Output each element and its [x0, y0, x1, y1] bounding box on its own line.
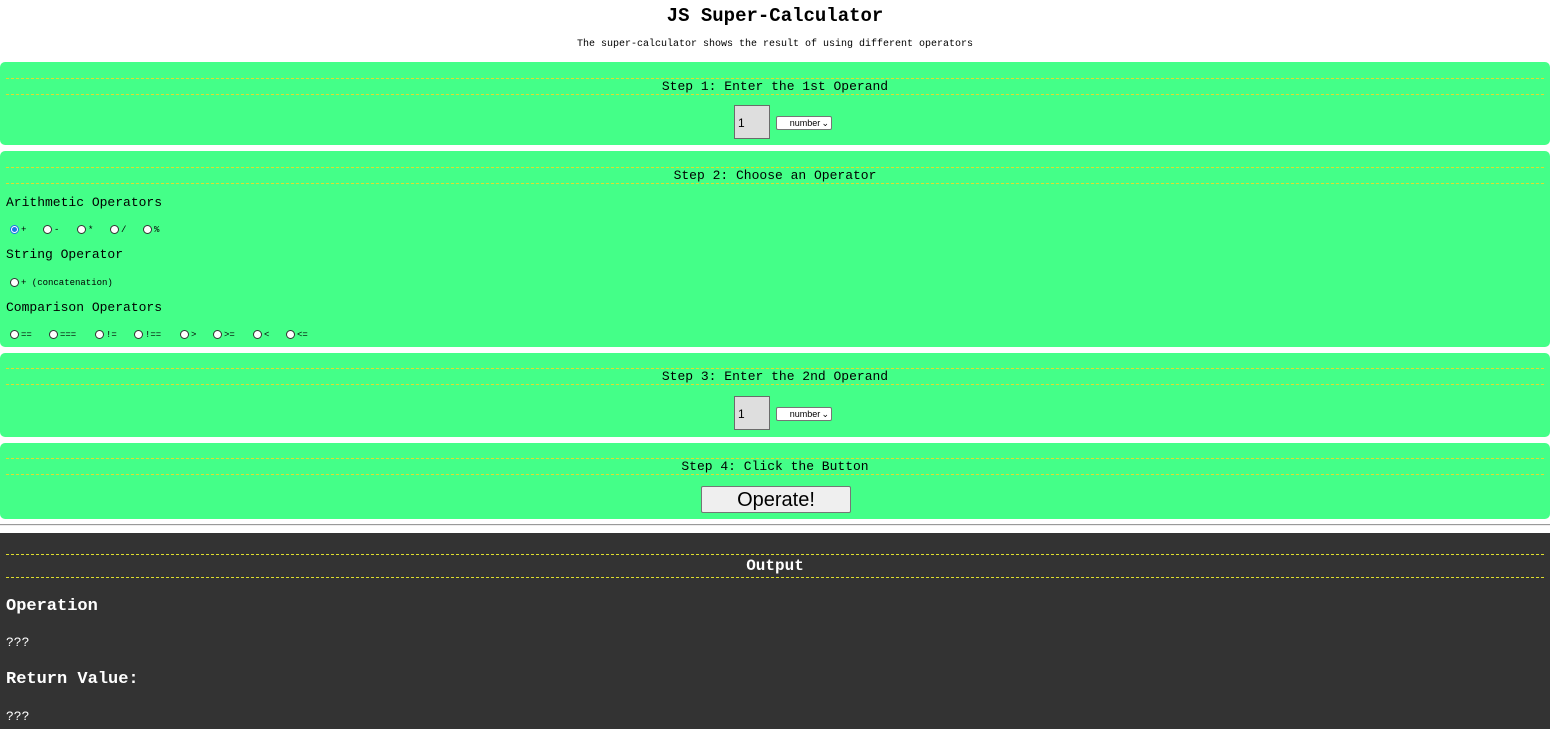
step1-operand-row: 1 number ⌄: [0, 105, 1550, 139]
operate-button[interactable]: Operate!: [701, 486, 851, 513]
comparison-operator-radio[interactable]: [213, 330, 222, 339]
output-panel: Output Operation ??? Return Value: ???: [0, 533, 1550, 729]
return-value-label: Return Value:: [6, 670, 139, 689]
comparison-operator-label: <: [264, 330, 270, 340]
arithmetic-operator-label: *: [88, 225, 94, 235]
comparison-operator-label: ==: [21, 330, 32, 340]
comparison-operator-radio[interactable]: [180, 330, 189, 339]
arithmetic-operator-radio[interactable]: [77, 225, 86, 234]
step4-panel: Step 4: Click the Button Operate!: [0, 443, 1550, 519]
step2-heading: Step 2: Choose an Operator: [6, 167, 1544, 184]
step3-heading: Step 3: Enter the 2nd Operand: [6, 368, 1544, 385]
step1-panel: Step 1: Enter the 1st Operand 1 number ⌄: [0, 62, 1550, 145]
comparison-operators-group: == === != !== > >= < <=: [0, 329, 400, 341]
arithmetic-operator-radio[interactable]: [43, 225, 52, 234]
arithmetic-operator-label: -: [54, 225, 60, 235]
step3-operand-row: 1 number ⌄: [0, 396, 1550, 430]
page-subtitle: The super-calculator shows the result of…: [576, 39, 974, 50]
second-operand-type-select[interactable]: number ⌄: [776, 407, 832, 421]
string-operator-label: String Operator: [6, 247, 124, 262]
comparison-operator-radio[interactable]: [95, 330, 104, 339]
comparison-operator-label: !=: [106, 330, 117, 340]
step4-heading: Step 4: Click the Button: [6, 458, 1544, 475]
comparison-operator-radio[interactable]: [286, 330, 295, 339]
arithmetic-operators-group: + - * /%: [0, 224, 400, 236]
operation-label: Operation: [6, 597, 98, 616]
comparison-operator-radio[interactable]: [253, 330, 262, 339]
comparison-operator-radio[interactable]: [134, 330, 143, 339]
operation-value: ???: [6, 635, 30, 650]
comparison-operator-label: <=: [297, 330, 308, 340]
comparison-operator-label: >: [191, 330, 197, 340]
string-operator-label: + (concatenation): [21, 278, 113, 288]
first-operand-input[interactable]: 1: [734, 105, 770, 139]
string-operator-radio[interactable]: [10, 278, 19, 287]
second-operand-type-value: number: [789, 409, 821, 419]
arithmetic-operator-label: +: [21, 225, 27, 235]
comparison-operator-label: !==: [145, 330, 162, 340]
chevron-down-icon: ⌄: [821, 409, 829, 419]
divider: [0, 524, 1550, 526]
return-value: ???: [6, 709, 30, 724]
arithmetic-operator-radio[interactable]: [143, 225, 152, 234]
comparison-operator-label: >=: [224, 330, 235, 340]
arithmetic-operator-radio[interactable]: [10, 225, 19, 234]
comparison-operator-label: ===: [60, 330, 77, 340]
comparison-operator-radio[interactable]: [10, 330, 19, 339]
arithmetic-operators-label: Arithmetic Operators: [6, 195, 163, 210]
string-operator-group: + (concatenation): [0, 277, 400, 289]
arithmetic-operator-label: %: [154, 225, 160, 235]
page-title: JS Super-Calculator: [666, 5, 884, 27]
comparison-operator-radio[interactable]: [49, 330, 58, 339]
first-operand-type-value: number: [789, 118, 821, 128]
step1-heading: Step 1: Enter the 1st Operand: [6, 78, 1544, 95]
second-operand-input[interactable]: 1: [734, 396, 770, 430]
output-heading: Output: [6, 554, 1544, 578]
arithmetic-operator-label: /: [121, 225, 127, 235]
comparison-operators-label: Comparison Operators: [6, 300, 163, 315]
chevron-down-icon: ⌄: [821, 118, 829, 128]
step3-panel: Step 3: Enter the 2nd Operand 1 number ⌄: [0, 353, 1550, 437]
arithmetic-operator-radio[interactable]: [110, 225, 119, 234]
step2-panel: Step 2: Choose an Operator Arithmetic Op…: [0, 151, 1550, 347]
first-operand-type-select[interactable]: number ⌄: [776, 116, 832, 130]
